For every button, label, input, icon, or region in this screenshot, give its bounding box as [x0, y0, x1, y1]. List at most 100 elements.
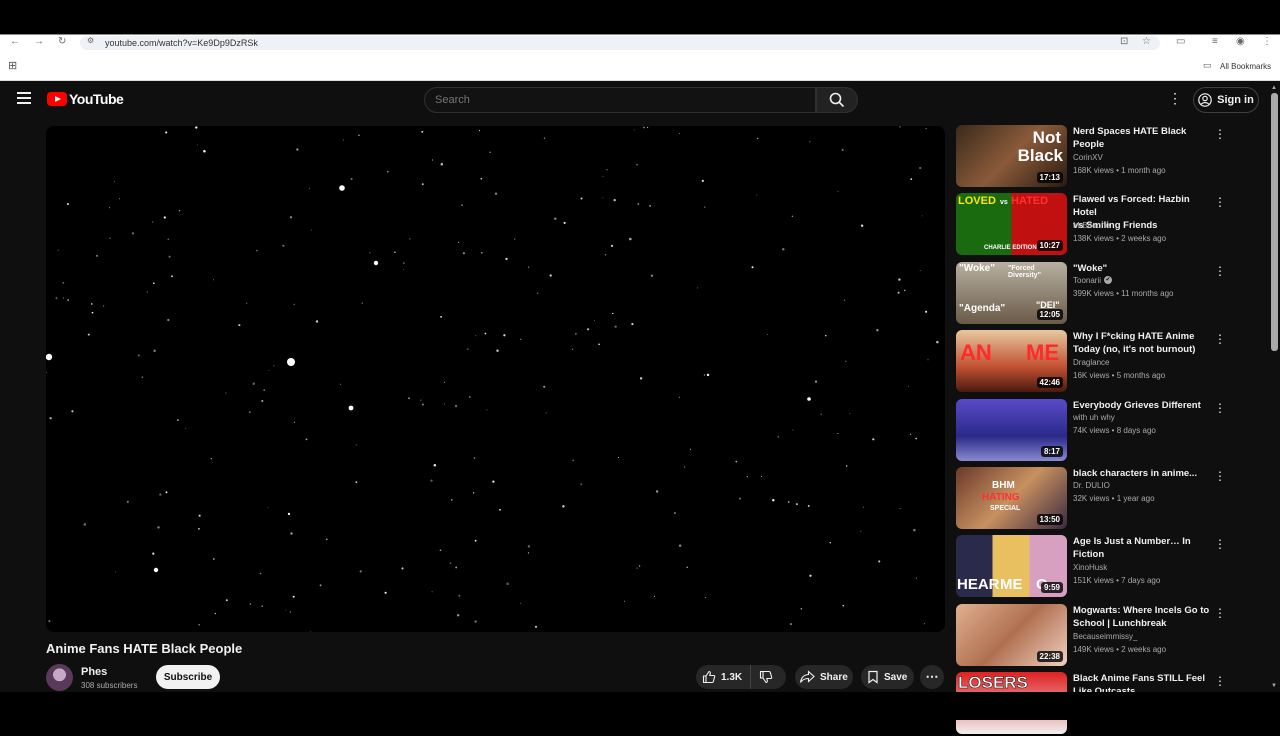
star	[908, 385, 910, 387]
video-thumbnail[interactable]: AN ME 42:46	[956, 330, 1067, 393]
install-app-icon[interactable]: ⊡	[1120, 36, 1128, 47]
recommendation-more-icon[interactable]: ⋮	[1214, 469, 1226, 485]
scrollbar-thumb[interactable]	[1271, 93, 1278, 351]
verified-check-icon: ✔	[1104, 276, 1113, 285]
recommendation-title[interactable]: "Woke"	[1073, 262, 1213, 275]
recommendation-title[interactable]: Everybody Grieves Different	[1073, 399, 1213, 412]
menu-icon[interactable]	[14, 89, 34, 109]
channel-label: XinoHusk	[1073, 563, 1108, 573]
recommendation-item[interactable]: 8:17 Everybody Grieves Different with uh w…	[956, 398, 1228, 463]
star	[701, 179, 704, 182]
sign-in-button[interactable]: Sign in	[1193, 87, 1259, 113]
video-thumbnail[interactable]: Not Black 17:13	[956, 125, 1067, 187]
youtube-logo[interactable]: YouTube	[47, 91, 124, 107]
recommendation-meta: 168K views • 1 month ago	[1073, 166, 1166, 175]
star	[913, 528, 916, 532]
tab-search-icon[interactable]: ≡	[1212, 36, 1218, 47]
play-logo-icon	[47, 92, 67, 106]
star	[837, 190, 839, 192]
recommendation-more-icon[interactable]: ⋮	[1214, 401, 1226, 417]
recommendation-title[interactable]: Nerd Spaces HATE Black People	[1073, 125, 1213, 151]
subscribe-button[interactable]: Subscribe	[156, 665, 220, 689]
star	[212, 558, 215, 560]
video-thumbnail[interactable]: BHM HATING SPECIAL 13:50	[956, 467, 1067, 529]
video-thumbnail[interactable]: LOVED vs HATED CHARLIE EDITION 10:27	[956, 193, 1067, 256]
star	[248, 411, 251, 414]
video-player[interactable]	[46, 126, 945, 632]
star	[198, 623, 200, 626]
thumbnail-caption: CHARLIE EDITION	[984, 245, 1037, 252]
star	[151, 221, 154, 223]
search-input[interactable]	[425, 88, 815, 112]
browser-menu-icon[interactable]: ⋮	[1262, 36, 1272, 47]
recommendation-more-icon[interactable]: ⋮	[1214, 195, 1226, 211]
url-text[interactable]: youtube.com/watch?v=Ke9Dp9DzRSk	[105, 38, 258, 48]
video-thumbnail[interactable]: HEARMEO9:59	[956, 535, 1067, 598]
search-button[interactable]	[816, 87, 858, 113]
star	[496, 349, 499, 352]
recommendation-item[interactable]: 22:38 Mogwarts: Where Incels Go to School …	[956, 603, 1228, 668]
recommendation-item[interactable]: AN ME 42:46 Why I F*cking HATE Anime Today (…	[956, 330, 1228, 394]
bookmark-star-icon[interactable]: ☆	[1142, 36, 1151, 47]
all-bookmarks-label[interactable]: All Bookmarks	[1220, 62, 1271, 71]
recommendation-more-icon[interactable]: ⋮	[1214, 332, 1226, 348]
back-icon[interactable]: ←	[10, 36, 20, 47]
star	[369, 252, 371, 254]
settings-more-icon[interactable]: ⋮	[1168, 90, 1182, 110]
recommendation-item[interactable]: "Woke" "Forced Diversity" "Agenda" "DEI" 12:…	[956, 261, 1228, 326]
apps-grid-icon[interactable]: ⊞	[8, 59, 17, 72]
video-thumbnail[interactable]: "Woke" "Forced Diversity" "Agenda" "DEI" 12:…	[956, 261, 1067, 324]
star	[878, 560, 881, 563]
scroll-up-arrow-icon[interactable]: ▲	[1271, 85, 1277, 91]
more-actions-icon[interactable]: ⋯	[920, 665, 944, 689]
search-box[interactable]	[424, 87, 816, 113]
channel-avatar[interactable]	[46, 664, 73, 691]
star	[678, 396, 680, 398]
recommendation-title[interactable]: black characters in anime...	[1073, 467, 1213, 480]
recommendation-item[interactable]: HEARMEO9:59Age Is Just a Number… InFicti…	[956, 535, 1228, 599]
channel-name[interactable]: Phes	[81, 666, 107, 678]
video-thumbnail[interactable]: 8:17	[956, 398, 1067, 461]
video-thumbnail[interactable]: 22:38	[956, 603, 1067, 666]
star	[537, 292, 539, 294]
recommendation-more-icon[interactable]: ⋮	[1214, 606, 1226, 622]
star	[575, 333, 577, 335]
star	[421, 183, 424, 186]
star	[909, 433, 912, 435]
recommendation-channel[interactable]: CorinXV	[1073, 153, 1103, 162]
recommendation-channel[interactable]: Becauseimmissy_	[1073, 632, 1137, 641]
recommendation-item[interactable]: BHM HATING SPECIAL 13:50 black characters in…	[956, 467, 1228, 531]
forward-icon[interactable]: →	[34, 36, 44, 47]
title-line: black characters in anime...	[1073, 468, 1198, 479]
recommendation-channel[interactable]: with uh why	[1073, 413, 1115, 422]
recommendation-channel[interactable]: Draglance	[1073, 358, 1109, 367]
star	[655, 490, 659, 493]
like-button[interactable]: 1.3K	[696, 665, 752, 689]
share-label: Share	[820, 671, 848, 683]
reload-icon[interactable]: ↻	[58, 36, 66, 47]
recommendation-more-icon[interactable]: ⋮	[1214, 537, 1226, 553]
recommendation-more-icon[interactable]: ⋮	[1214, 127, 1226, 143]
share-button[interactable]: Share	[795, 665, 853, 689]
recommendation-channel[interactable]: Toonarii ✔	[1073, 276, 1113, 285]
profile-icon[interactable]: ◉	[1236, 36, 1245, 47]
recommendation-channel[interactable]: Dr. DULIO	[1073, 481, 1110, 490]
recommendation-more-icon[interactable]: ⋮	[1214, 264, 1226, 280]
bookmarks-bar: ⊞ ▭ All Bookmarks	[0, 50, 1280, 81]
dislike-button[interactable]	[751, 665, 781, 689]
site-info-icon[interactable]: ⚙	[87, 36, 94, 45]
star	[454, 404, 458, 408]
recommendation-title[interactable]: Mogwarts: Where Incels Go to School | Lun…	[1073, 604, 1213, 630]
recommendation-more-icon[interactable]: ⋮	[1214, 674, 1226, 690]
cast-icon[interactable]: ▭	[1176, 36, 1185, 47]
recommendation-title[interactable]: Age Is Just a Number… In Fiction	[1073, 535, 1213, 561]
recommendation-title[interactable]: Why I F*cking HATE Anime Today (no, it's …	[1073, 330, 1213, 356]
star	[165, 491, 168, 494]
scroll-down-arrow-icon[interactable]: ▼	[1271, 683, 1277, 689]
recommendation-item[interactable]: LOVED vs HATED CHARLIE EDITION 10:27 Flawed v…	[956, 193, 1228, 257]
save-button[interactable]: Save	[861, 665, 914, 689]
recommendation-item[interactable]: Not Black 17:13 Nerd Spaces HATE Black Peopl…	[956, 125, 1228, 189]
recommendation-channel[interactable]: XinoHusk	[1073, 563, 1107, 572]
star	[899, 126, 901, 128]
recommendation-channel[interactable]: MrBooone	[1073, 221, 1110, 230]
